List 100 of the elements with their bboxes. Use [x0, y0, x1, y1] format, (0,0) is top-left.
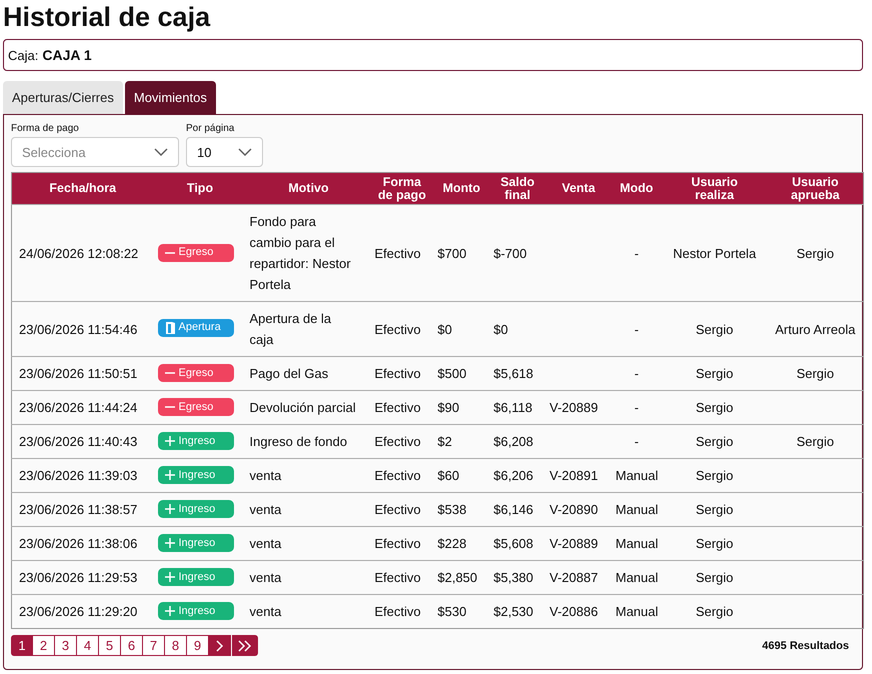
amount-cell: $538: [438, 502, 466, 517]
user-cell: Sergio: [696, 536, 734, 551]
amount-cell: $60: [438, 468, 460, 483]
payment-cell: Efectivo: [374, 468, 421, 483]
double-chevron-right-icon: [238, 640, 252, 652]
plus-icon: [164, 436, 174, 446]
mode-cell: -: [634, 434, 639, 449]
next-page-button[interactable]: [209, 635, 231, 656]
column-header: Tipo: [186, 182, 214, 195]
reason-cell: venta: [250, 604, 282, 619]
column-header: Saldo final: [499, 176, 536, 202]
mode-cell: -: [634, 246, 639, 260]
user-cell: Sergio: [696, 322, 734, 336]
user-cell: Sergio: [696, 400, 734, 415]
column-header: Modo: [620, 182, 654, 195]
page-button[interactable]: 6: [121, 635, 143, 656]
column-header: Motivo: [288, 182, 329, 195]
results-count: 4695 Resultados: [762, 640, 849, 652]
page-button[interactable]: 5: [99, 635, 121, 656]
column-header: Usuario aprueba: [790, 176, 841, 202]
plus-icon: [164, 504, 174, 514]
tab[interactable]: Aperturas/Cierres: [3, 81, 123, 114]
chevron-down-icon: [154, 148, 168, 156]
column-header: Forma de pago: [377, 176, 427, 202]
balance-cell: $0: [494, 322, 508, 336]
payment-cell: Efectivo: [374, 570, 421, 585]
reason-cell: Fondo para cambio para el repartidor: Nestor Portela: [250, 214, 351, 292]
mode-cell: -: [634, 322, 639, 336]
page-button[interactable]: 7: [143, 635, 165, 656]
reason-cell: venta: [250, 570, 282, 585]
reason-cell: Pago del Gas: [250, 366, 328, 381]
amount-cell: $2,850: [438, 570, 478, 585]
page-title: Historial de caja: [3, 1, 212, 34]
type-badge: Egreso: [158, 364, 234, 382]
balance-cell: $6,206: [494, 468, 534, 483]
payment-cell: Efectivo: [374, 536, 421, 551]
amount-cell: $228: [438, 536, 466, 551]
user-cell: Sergio: [696, 366, 734, 381]
type-badge: Egreso: [158, 398, 234, 416]
page-button[interactable]: 4: [77, 635, 99, 656]
date-cell: 23/06/2026 11:29:20: [19, 604, 138, 619]
sale-cell: V-20891: [550, 468, 598, 483]
user-cell: Sergio: [696, 468, 734, 483]
date-cell: 23/06/2026 11:38:06: [19, 536, 138, 551]
plus-icon: [164, 572, 174, 582]
date-cell: 23/06/2026 11:38:57: [19, 502, 138, 517]
date-cell: 23/06/2026 11:54:46: [19, 322, 138, 336]
sale-cell: V-20889: [550, 400, 598, 415]
reason-cell: Devolución parcial: [250, 400, 356, 415]
payment-cell: Efectivo: [374, 366, 421, 381]
chevron-right-icon: [216, 640, 224, 652]
type-badge: Egreso: [158, 244, 234, 262]
date-cell: 23/06/2026 11:39:03: [19, 468, 138, 483]
approver-cell: Arturo Arreola: [775, 322, 856, 336]
register-label: Caja:: [8, 48, 38, 62]
amount-cell: $0: [438, 322, 452, 336]
page-button[interactable]: 2: [33, 635, 55, 656]
type-badge: Ingreso: [158, 534, 234, 552]
user-cell: Sergio: [696, 502, 734, 517]
balance-cell: $5,618: [494, 366, 534, 381]
page-button[interactable]: 3: [55, 635, 77, 656]
amount-cell: $500: [438, 366, 466, 381]
plus-icon: [164, 606, 174, 616]
page-button[interactable]: 8: [165, 635, 187, 656]
select-field[interactable]: Selecciona: [11, 137, 179, 167]
filter-label: Por página: [186, 123, 236, 134]
user-cell: Sergio: [696, 604, 734, 619]
date-cell: 24/06/2026 12:08:22: [19, 246, 138, 260]
reason-cell: venta: [250, 502, 282, 517]
mode-cell: Manual: [616, 468, 658, 483]
payment-cell: Efectivo: [374, 322, 421, 336]
type-badge: Apertura: [158, 318, 234, 336]
payment-cell: Efectivo: [374, 400, 421, 415]
user-cell: Sergio: [696, 434, 734, 449]
amount-cell: $90: [438, 400, 460, 415]
mode-cell: -: [634, 366, 639, 381]
chevron-down-icon: [238, 148, 252, 156]
approver-cell: Sergio: [796, 246, 834, 260]
plus-icon: [164, 538, 174, 548]
approver-cell: Sergio: [796, 434, 834, 449]
payment-cell: Efectivo: [374, 502, 421, 517]
register-name: CAJA 1: [42, 47, 92, 63]
column-header: Venta: [562, 182, 596, 195]
approver-cell: Sergio: [796, 366, 834, 381]
balance-cell: $6,208: [494, 434, 534, 449]
type-badge: Ingreso: [158, 568, 234, 586]
last-page-button[interactable]: [232, 635, 258, 656]
date-cell: 23/06/2026 11:44:24: [19, 400, 138, 415]
tab[interactable]: Movimientos: [124, 81, 216, 114]
balance-cell: $5,380: [494, 570, 534, 585]
balance-cell: $5,608: [494, 536, 534, 551]
mode-cell: Manual: [616, 604, 658, 619]
user-cell: Nestor Portela: [672, 246, 756, 260]
page-button[interactable]: 1: [11, 635, 33, 656]
sale-cell: V-20886: [550, 604, 598, 619]
page-button[interactable]: 9: [187, 635, 209, 656]
select-field[interactable]: 10: [186, 137, 263, 167]
date-cell: 23/06/2026 11:29:53: [19, 570, 138, 585]
type-badge: Ingreso: [158, 432, 234, 450]
mode-cell: Manual: [616, 536, 658, 551]
